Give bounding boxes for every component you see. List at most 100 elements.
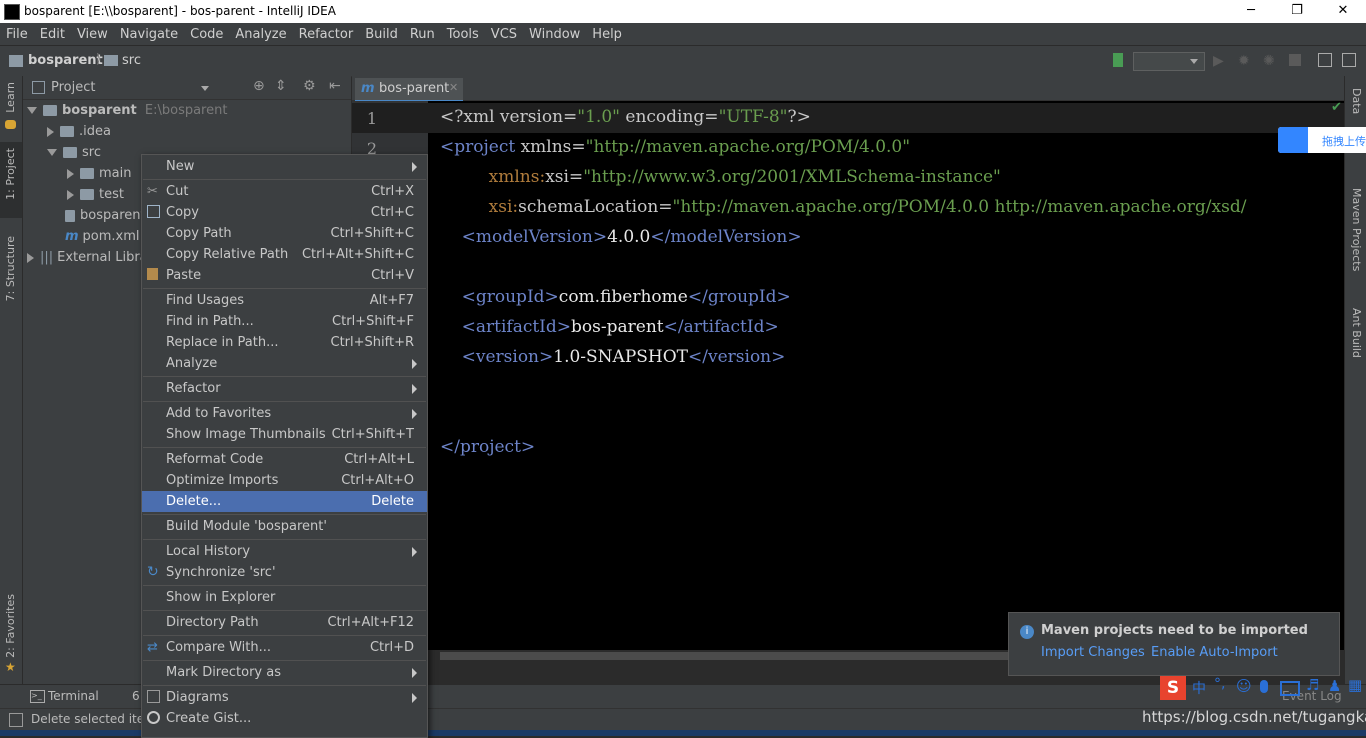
menu-item-cut[interactable]: ✂ Cut Ctrl+X [142,181,427,202]
menu-help[interactable]: Help [586,27,628,42]
run-config-select[interactable] [1133,52,1205,71]
collapse-arrow-icon[interactable] [67,168,74,179]
toolbox-icon[interactable]: ▦ [1348,676,1362,694]
tree-node-test[interactable]: test [67,184,124,205]
menu-item-find-in-path[interactable]: Find in Path... Ctrl+Shift+F [142,311,427,332]
menu-item-diagrams[interactable]: Diagrams [142,687,427,708]
breadcrumb-folder[interactable]: src [122,53,141,68]
import-changes-link[interactable]: Import Changes [1041,645,1145,660]
expand-arrow-icon[interactable] [27,107,37,114]
search-everywhere-icon[interactable] [1342,53,1356,67]
menu-item-build-module[interactable]: Build Module 'bosparent' [142,516,427,537]
microphone-icon[interactable] [1260,680,1268,693]
menu-item-shortcut: Ctrl+Alt+L [344,452,414,467]
settings-gear-icon[interactable]: ⚙ [303,78,316,94]
menu-code[interactable]: Code [184,27,229,42]
tab-close-icon[interactable]: ✕ [449,81,458,94]
menu-item-directory-path[interactable]: Directory Path Ctrl+Alt+F12 [142,612,427,633]
menu-item-analyze[interactable]: Analyze [142,353,427,374]
menu-item-show-image-thumbnails[interactable]: Show Image Thumbnails Ctrl+Shift+T [142,424,427,445]
menu-view[interactable]: View [71,27,114,42]
collapse-arrow-icon[interactable] [27,252,34,263]
scroll-from-source-icon[interactable]: ⊕ [253,78,265,94]
voice-icon[interactable]: ♬ [1306,676,1319,694]
tool-project[interactable]: 1: Project [4,148,17,200]
menu-item-replace-in-path[interactable]: Replace in Path... Ctrl+Shift+R [142,332,427,353]
collapse-arrow-icon[interactable] [47,126,54,137]
menu-tools[interactable]: Tools [441,27,485,42]
skin-shirt-icon[interactable]: ♟ [1328,677,1341,695]
menu-item-local-history[interactable]: Local History [142,541,427,562]
menu-item-compare-with[interactable]: ⇄ Compare With... Ctrl+D [142,637,427,658]
menu-item-mark-directory-as[interactable]: Mark Directory as [142,662,427,683]
menu-item-refactor[interactable]: Refactor [142,378,427,399]
collapse-arrow-icon[interactable] [67,189,74,200]
tree-node-root[interactable]: bosparent E:\bosparent [27,100,227,121]
menu-item-optimize-imports[interactable]: Optimize Imports Ctrl+Alt+O [142,470,427,491]
collapse-all-icon[interactable]: ⇕ [275,78,287,94]
menu-item-delete[interactable]: Delete... Delete [142,491,427,512]
menu-item-synchronize[interactable]: ↻ Synchronize 'src' [142,562,427,583]
build-icon[interactable] [1113,53,1123,67]
tree-node-main[interactable]: main [67,163,131,184]
expand-arrow-icon[interactable] [47,149,57,156]
debug-icon[interactable]: ✹ [1238,53,1252,69]
tool-ant[interactable]: Ant Build [1350,308,1363,358]
baidu-upload-widget[interactable]: 拖拽上传 [1278,127,1366,153]
coverage-icon[interactable]: ✺ [1263,53,1277,69]
submenu-arrow-icon [412,384,417,394]
run-icon[interactable]: ▶ [1213,53,1227,69]
project-structure-icon[interactable] [1318,53,1332,67]
menu-vcs[interactable]: VCS [485,27,523,42]
menu-item-copy-path[interactable]: Copy Path Ctrl+Shift+C [142,223,427,244]
menu-file[interactable]: File [0,27,34,42]
tool-favorites[interactable]: 2: Favorites [4,594,17,658]
menu-item-find-usages[interactable]: Find Usages Alt+F7 [142,290,427,311]
maximize-button[interactable]: ❐ [1274,0,1320,23]
tool-data[interactable]: Data [1350,88,1363,114]
project-panel-title[interactable]: Project [51,80,95,95]
context-menu: New ✂ Cut Ctrl+X Copy Ctrl+C Copy Path Ctrl+… [141,154,428,738]
menu-build[interactable]: Build [359,27,404,42]
menu-item-paste[interactable]: Paste Ctrl+V [142,265,427,286]
tool-structure[interactable]: 7: Structure [4,236,17,301]
hide-panel-icon[interactable]: ⇤ [329,78,341,94]
menu-window[interactable]: Window [523,27,586,42]
menu-item-add-to-favorites[interactable]: Add to Favorites [142,403,427,424]
close-button[interactable]: ✕ [1320,0,1366,23]
tree-node-pom[interactable]: m pom.xml [65,226,140,247]
tree-node-idea[interactable]: .idea [47,121,111,142]
menu-item-reformat-code[interactable]: Reformat Code Ctrl+Alt+L [142,449,427,470]
tree-node-src[interactable]: src [47,142,101,163]
menu-run[interactable]: Run [404,27,441,42]
minimize-button[interactable]: ─ [1228,0,1274,23]
menu-item-create-gist[interactable]: Create Gist... [142,708,427,729]
stop-icon[interactable] [1289,54,1301,66]
ime-chinese-mode[interactable]: 中 [1192,678,1206,698]
menu-item-copy-relative-path[interactable]: Copy Relative Path Ctrl+Alt+Shift+C [142,244,427,265]
tree-node-external[interactable]: ||| External Libra [27,247,148,268]
terminal-tab[interactable]: Terminal [48,689,99,703]
emoji-icon[interactable]: ☺ [1236,677,1252,695]
menu-analyze[interactable]: Analyze [229,27,292,42]
keyboard-icon[interactable] [1280,681,1300,696]
scrollbar-thumb[interactable] [440,652,1020,660]
view-dropdown-icon[interactable] [201,86,209,91]
menu-item-show-in-explorer[interactable]: Show in Explorer [142,587,427,608]
tree-node-label: src [82,145,101,160]
breadcrumb-project[interactable]: bosparent [28,53,103,68]
menu-navigate[interactable]: Navigate [114,27,184,42]
menu-refactor[interactable]: Refactor [293,27,360,42]
tree-node-iml[interactable]: bosparent [65,205,146,226]
sogou-icon[interactable]: S [1160,676,1186,700]
tool-maven[interactable]: Maven Projects [1350,188,1363,271]
status-toggle-icon[interactable] [9,713,23,727]
menu-edit[interactable]: Edit [34,27,71,42]
tool-learn[interactable]: Learn [4,82,17,113]
menu-item-copy[interactable]: Copy Ctrl+C [142,202,427,223]
menu-item-new[interactable]: New [142,156,427,177]
menu-item-shortcut: Ctrl+V [371,268,414,283]
punctuation-icon[interactable]: °, [1214,676,1225,692]
editor-tab-bos-parent[interactable]: m bos-parent ✕ [355,78,463,103]
enable-auto-import-link[interactable]: Enable Auto-Import [1151,645,1278,660]
